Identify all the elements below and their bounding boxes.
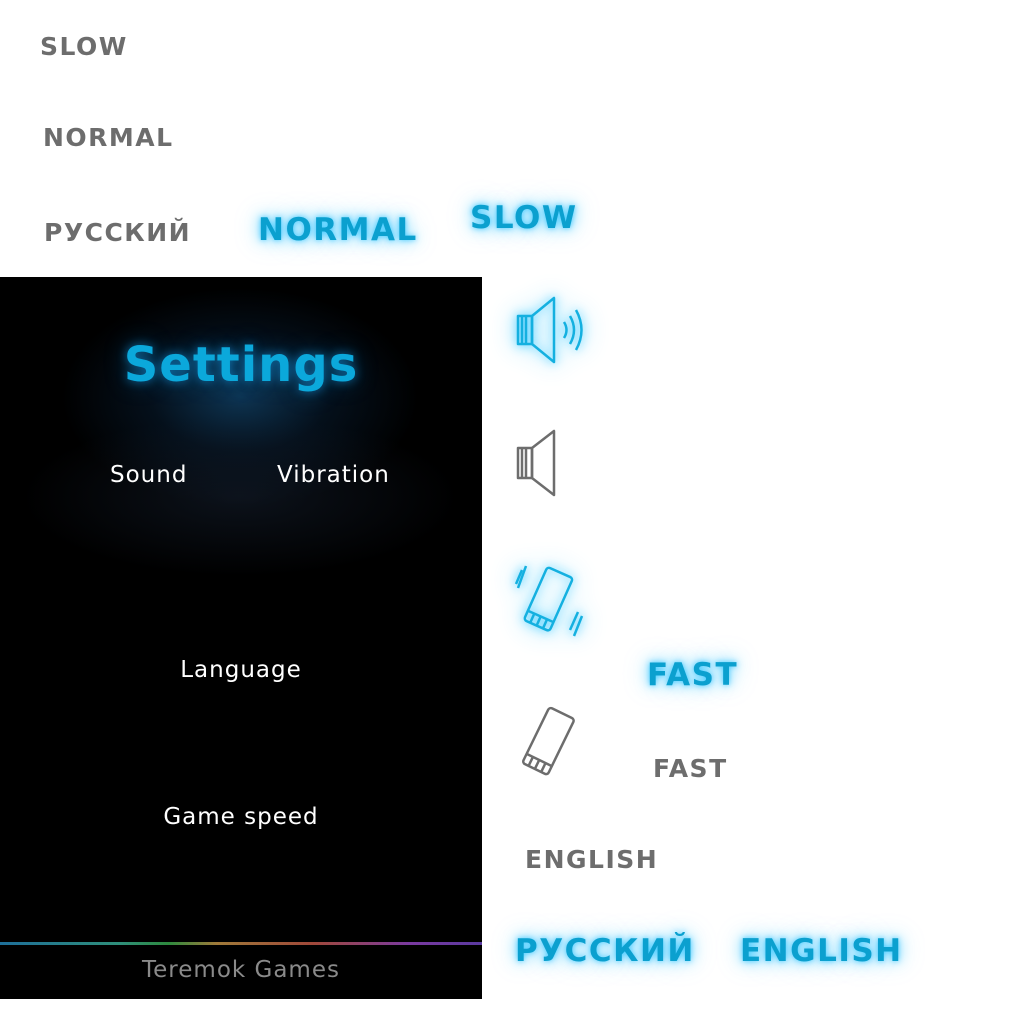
- english-label-active[interactable]: ENGLISH: [740, 933, 903, 969]
- speaker-on-icon[interactable]: [512, 294, 592, 368]
- footer-divider: [0, 942, 482, 945]
- slow-label-inactive[interactable]: SLOW: [40, 32, 128, 61]
- options-glow: [20, 417, 460, 577]
- fast-label-active[interactable]: FAST: [647, 657, 738, 693]
- phone-vibrate-icon[interactable]: [508, 558, 588, 642]
- fast-label-inactive[interactable]: FAST: [653, 754, 728, 783]
- english-label-inactive[interactable]: ENGLISH: [525, 845, 658, 874]
- slow-label-active[interactable]: SLOW: [470, 200, 578, 236]
- footer-brand: Teremok Games: [142, 957, 340, 983]
- game-speed-label: Game speed: [163, 804, 319, 830]
- page-title: Settings: [123, 337, 359, 393]
- speaker-off-icon[interactable]: [512, 428, 562, 500]
- vibration-label: Vibration: [277, 462, 390, 488]
- normal-label-active[interactable]: NORMAL: [258, 212, 418, 248]
- phone-icon[interactable]: [510, 700, 586, 784]
- russian-label-active[interactable]: РУССКИЙ: [515, 933, 695, 969]
- sound-label: Sound: [110, 462, 188, 488]
- normal-label-inactive[interactable]: NORMAL: [43, 123, 174, 152]
- settings-panel: Settings Sound Vibration Language Game s…: [0, 277, 482, 999]
- russian-label-inactive[interactable]: РУССКИЙ: [44, 218, 191, 247]
- language-label: Language: [180, 657, 302, 683]
